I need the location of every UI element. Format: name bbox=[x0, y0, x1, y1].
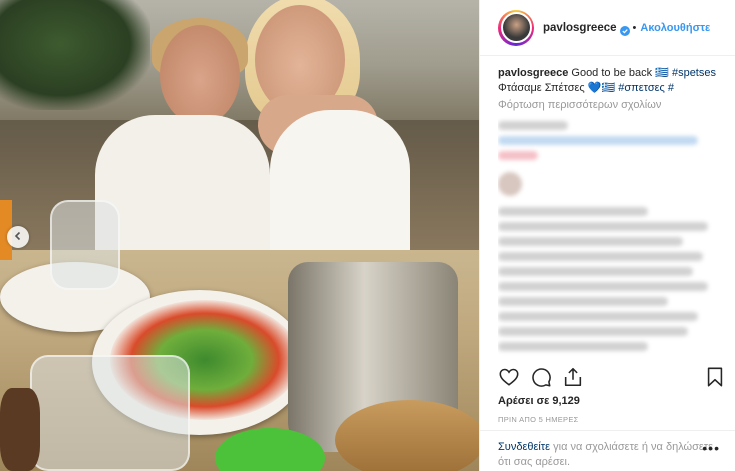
blurred-comment-line bbox=[498, 222, 708, 231]
blurred-comment-line bbox=[498, 327, 688, 336]
person-left-face bbox=[160, 25, 240, 125]
header-username[interactable]: pavlosgreece bbox=[543, 22, 617, 34]
blurred-comment-line bbox=[498, 282, 708, 291]
comment-icon[interactable] bbox=[530, 366, 552, 388]
blurred-comment-line bbox=[498, 121, 568, 130]
caption-text: Good to be back bbox=[571, 67, 653, 79]
person-right-dress bbox=[270, 110, 410, 270]
greek-flag-emoji-2: 🇬🇷 bbox=[601, 82, 616, 94]
blurred-comment-line bbox=[498, 342, 648, 351]
water-glass-left bbox=[50, 200, 120, 290]
heart-icon[interactable] bbox=[498, 366, 520, 388]
comments-section: pavlosgreece Good to be back 🇬🇷 #spetses… bbox=[498, 66, 726, 356]
water-glass-front bbox=[30, 355, 190, 471]
login-link[interactable]: Συνδεθείτε bbox=[498, 441, 550, 453]
carousel-prev-button[interactable] bbox=[7, 226, 29, 248]
header-separator: • bbox=[632, 21, 637, 34]
bread bbox=[0, 388, 40, 471]
action-bar bbox=[498, 365, 726, 389]
blurred-avatar bbox=[498, 172, 522, 196]
share-icon[interactable] bbox=[562, 366, 584, 388]
blurred-comment-line bbox=[498, 252, 703, 261]
blue-heart-emoji: 💙 bbox=[587, 82, 602, 94]
follow-button[interactable]: Ακολουθήστε bbox=[640, 22, 710, 34]
hashtag-spetses[interactable]: #spetses bbox=[672, 67, 716, 79]
post-caption: pavlosgreece Good to be back 🇬🇷 #spetses… bbox=[498, 66, 726, 96]
avatar[interactable] bbox=[500, 12, 532, 43]
chevron-left-icon bbox=[13, 228, 23, 246]
more-options-button[interactable]: ••• bbox=[702, 441, 720, 456]
likes-count[interactable]: Αρέσει σε 9,129 bbox=[498, 395, 580, 407]
blurred-comment-line bbox=[498, 297, 668, 306]
caption-username[interactable]: pavlosgreece bbox=[498, 67, 568, 79]
blurred-comment-line bbox=[498, 207, 648, 216]
greek-flag-emoji: 🇬🇷 bbox=[655, 67, 669, 79]
bookmark-icon[interactable] bbox=[704, 366, 726, 388]
post-sidebar: pavlosgreece • Ακολουθήστε pavlosgreece … bbox=[479, 0, 735, 471]
post-timestamp[interactable]: ΠΡΙΝ ΑΠΟ 5 ΗΜΕΡΕΣ bbox=[498, 415, 579, 424]
bread-basket bbox=[335, 400, 479, 471]
blurred-comment-line bbox=[498, 136, 698, 145]
login-prompt: Συνδεθείτε για να σχολιάσετε ή να δηλώσε… bbox=[480, 430, 735, 471]
instagram-post-window: pavlosgreece • Ακολουθήστε pavlosgreece … bbox=[0, 0, 735, 471]
blurred-comment-line bbox=[498, 237, 683, 246]
post-header: pavlosgreece • Ακολουθήστε bbox=[480, 0, 735, 56]
hashtag-truncated[interactable]: # bbox=[668, 82, 674, 94]
load-more-comments-link[interactable]: Φόρτωση περισσότερων σχολίων bbox=[498, 98, 726, 113]
blurred-comment-line bbox=[498, 312, 698, 321]
verified-badge-icon bbox=[619, 23, 630, 36]
blurred-comment-line bbox=[498, 267, 693, 276]
caption-line2: Φτάσαμε Σπέτσες bbox=[498, 82, 585, 94]
blurred-comment-line bbox=[498, 151, 538, 160]
hashtag-spetses-greek[interactable]: #σπετσες bbox=[618, 82, 665, 94]
avatar-story-ring[interactable] bbox=[498, 9, 534, 46]
post-photo bbox=[0, 0, 479, 471]
blurred-comments bbox=[498, 121, 726, 351]
background-tree bbox=[0, 0, 150, 110]
